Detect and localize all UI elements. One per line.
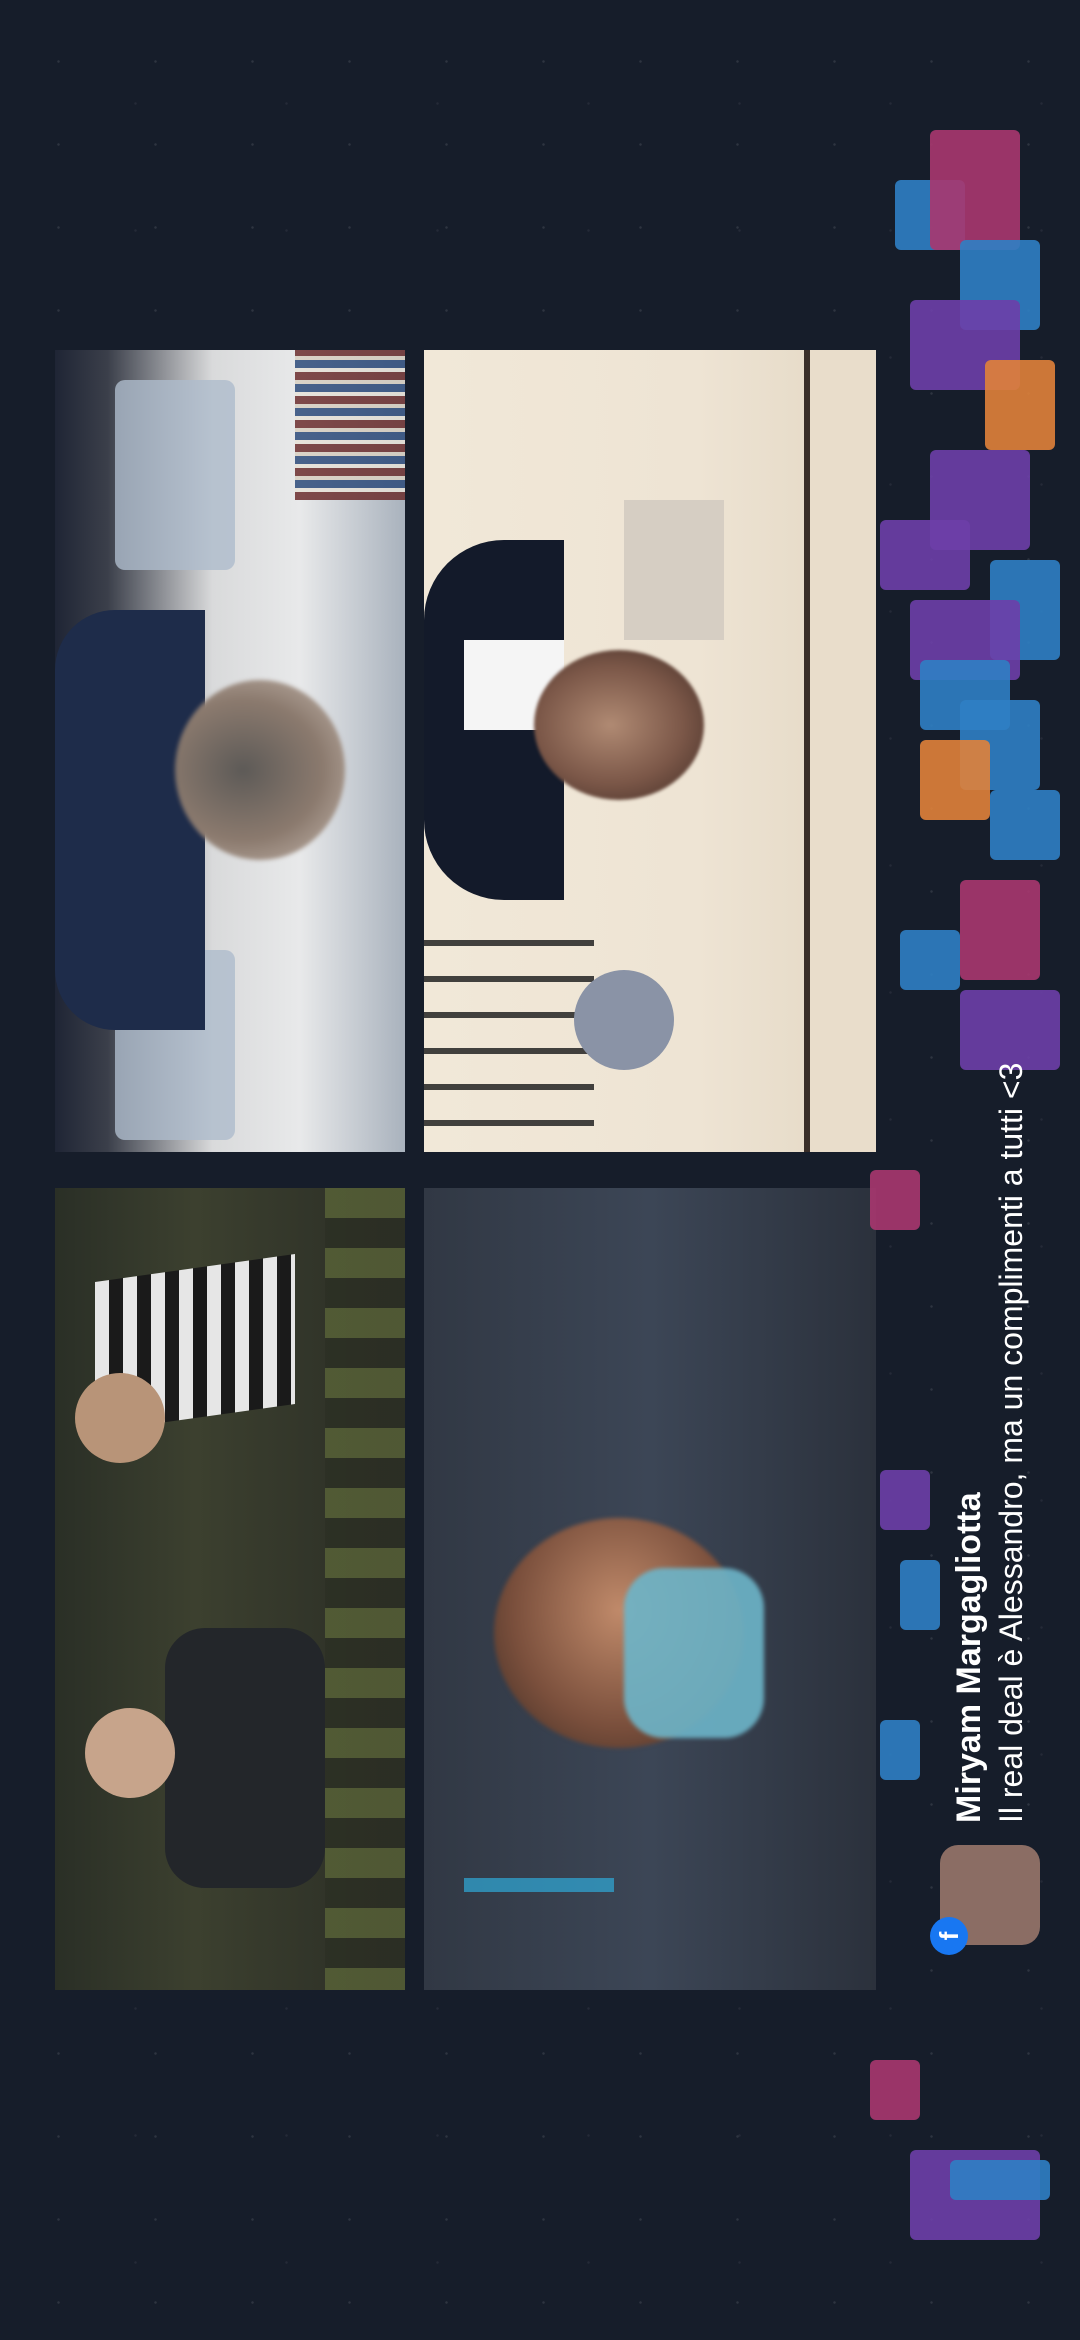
code-block [880,520,970,590]
video-tile-masked-man[interactable] [424,1188,876,1990]
facebook-icon: f [930,1917,968,1955]
bookshelf [295,350,405,500]
studio-lamp [574,970,674,1070]
wall-panel [624,500,724,640]
wall-frame [804,350,876,1152]
video-tile-man-in-suit[interactable] [424,350,876,1152]
live-comment[interactable]: f Miryam Margagliotta Il real deal è Ale… [930,945,1050,1955]
video-tile-bearded-man[interactable] [55,350,405,1152]
participant-head [75,1373,165,1463]
code-block [920,740,990,820]
commenter-name: Miryam Margagliotta [950,1492,988,1823]
light-strip [464,1878,614,1892]
code-block [930,130,1020,250]
participant-torso [55,610,205,1030]
code-block [880,1470,930,1530]
video-tile-bar[interactable] [55,1188,405,1990]
code-block [870,1170,920,1230]
code-block [870,2060,920,2120]
face-mask [624,1568,764,1738]
participant-head [85,1708,175,1798]
participant-head [534,650,704,800]
code-block [990,790,1060,860]
code-block [985,360,1055,450]
chair-left [115,380,235,570]
code-block [950,2160,1050,2200]
comment-message: Il real deal è Alessandro, ma un complim… [993,1062,1029,1823]
commenter-avatar: f [930,1845,1040,1955]
code-block [880,1720,920,1780]
tripod [424,910,594,1150]
participant-jacket [165,1628,325,1888]
participant-head [175,680,345,860]
bar-lights [325,1188,405,1990]
